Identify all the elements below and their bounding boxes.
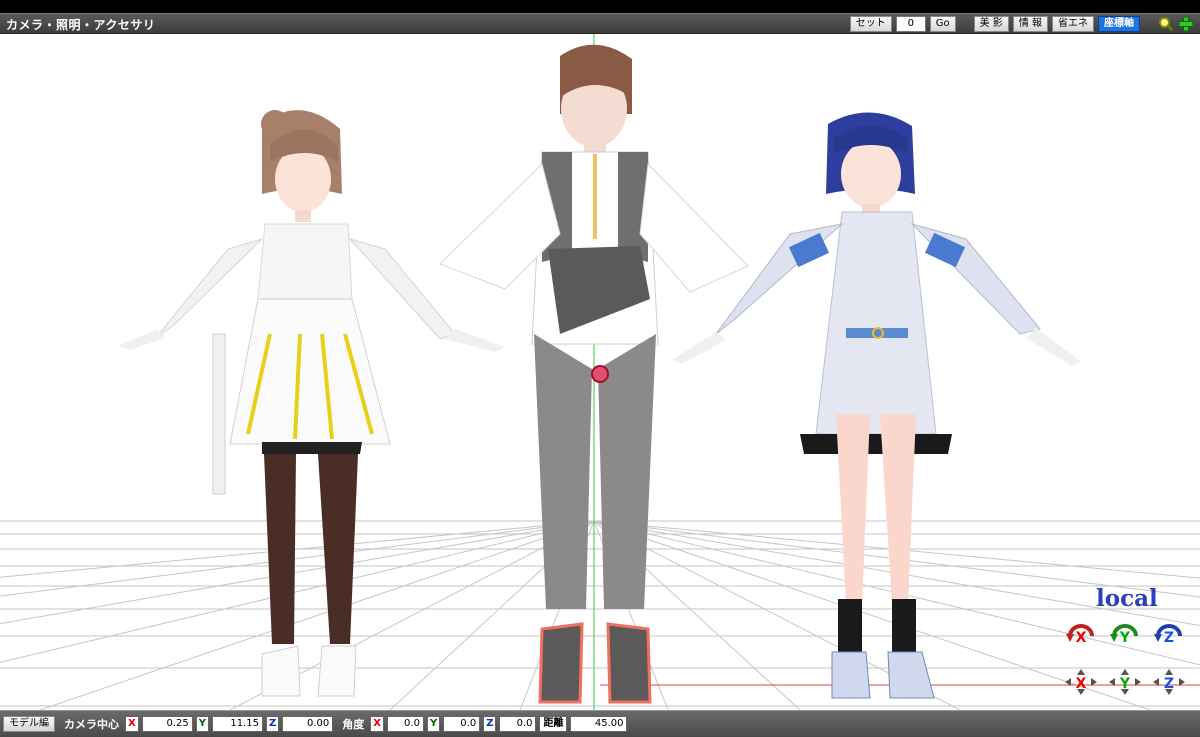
svg-text:X: X [1076,630,1087,646]
model-edit-button[interactable]: モデル編 [3,716,55,732]
svg-text:X: X [1076,676,1087,692]
go-button[interactable]: Go [929,16,956,32]
camera-panel-bar: カメラ・照明・アクセサリ セット 0 Go 美 影 情 報 省エネ 座標軸 [0,13,1200,34]
angle-label: 角度 [342,718,365,731]
panel-title: カメラ・照明・アクセサリ [6,18,156,32]
angle-z-input[interactable]: 0.0 [499,716,537,732]
camera-x-label: X [125,716,139,732]
move-y-icon[interactable]: Y [1108,668,1142,696]
rotate-y-icon[interactable]: Y [1108,622,1142,650]
svg-text:Z: Z [1164,630,1174,646]
move-z-icon[interactable]: Z [1152,668,1186,696]
angle-y-label: Y [426,716,441,732]
status-controls: モデル編 カメラ中心 X 0.25 Y 11.15 Z 0.00 角度 X 0.… [3,716,628,732]
3d-viewport[interactable]: local X Y Z X Y Z [0,34,1200,710]
info-button[interactable]: 情 報 [1012,16,1048,32]
camera-y-label: Y [195,716,209,732]
svg-text:Y: Y [1119,676,1131,692]
add-icon[interactable] [1178,16,1194,32]
move-x-icon[interactable]: X [1064,668,1098,696]
axis-toggle-button[interactable]: 座標軸 [1098,16,1140,32]
camera-center-label: カメラ中心 [64,718,119,731]
transform-mode-label: local [1096,585,1158,612]
toolbar: セット 0 Go 美 影 情 報 省エネ 座標軸 [849,16,1194,32]
svg-text:Y: Y [1119,630,1131,646]
pivot-marker [591,365,609,383]
frame-input[interactable]: 0 [895,16,926,32]
camera-y-input[interactable]: 11.15 [211,716,263,732]
distance-input[interactable]: 45.00 [570,716,628,732]
beauty-shadow-button[interactable]: 美 影 [973,16,1009,32]
camera-z-label: Z [265,716,280,732]
svg-text:Z: Z [1164,676,1174,692]
camera-x-input[interactable]: 0.25 [141,716,193,732]
distance-label: 距離 [539,716,568,732]
angle-x-label: X [370,716,384,732]
zoom-icon[interactable] [1158,16,1174,32]
camera-status-bar: モデル編 カメラ中心 X 0.25 Y 11.15 Z 0.00 角度 X 0.… [0,710,1200,737]
angle-x-input[interactable]: 0.0 [386,716,424,732]
character-right [672,112,1082,699]
set-button[interactable]: セット [849,16,892,32]
scene-canvas [0,34,1200,710]
eco-mode-button[interactable]: 省エネ [1052,16,1094,32]
floor-grid [0,520,1200,710]
rotate-x-icon[interactable]: X [1064,622,1098,650]
camera-z-input[interactable]: 0.00 [282,716,334,732]
character-left [118,110,505,697]
angle-z-label: Z [483,716,497,732]
angle-y-input[interactable]: 0.0 [443,716,481,732]
mmd-window: カメラ・照明・アクセサリ セット 0 Go 美 影 情 報 省エネ 座標軸 lo… [0,0,1200,737]
rotate-z-icon[interactable]: Z [1152,622,1186,650]
